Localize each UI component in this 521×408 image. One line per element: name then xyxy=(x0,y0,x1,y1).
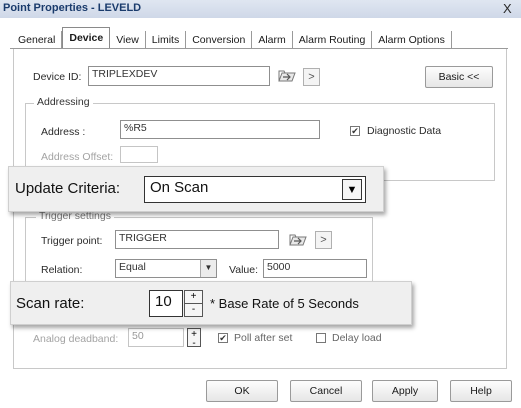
analog-deadband-field[interactable]: 50 xyxy=(128,328,184,347)
addressing-group-title: Addressing xyxy=(34,96,93,108)
update-criteria-select[interactable]: On Scan xyxy=(144,176,366,203)
diagnostic-checkbox[interactable]: ✔ xyxy=(350,126,360,136)
scan-rate-spinner[interactable]: + - xyxy=(184,290,203,317)
scan-rate-field[interactable]: 10 xyxy=(149,290,183,317)
window-title: Point Properties - LEVELD xyxy=(3,2,142,14)
folder-browse-icon[interactable] xyxy=(276,66,298,86)
deadband-down-icon[interactable]: - xyxy=(188,338,200,348)
update-criteria-dropdown-icon[interactable]: ▼ xyxy=(342,179,362,200)
device-id-field[interactable]: TRIPLEXDEV xyxy=(88,66,270,86)
scan-rate-note: * Base Rate of 5 Seconds xyxy=(210,296,359,311)
poll-after-set-checkbox[interactable]: ✔ xyxy=(218,333,228,343)
device-browse-button[interactable]: > xyxy=(303,68,320,86)
trigger-browse-button[interactable]: > xyxy=(315,231,332,249)
cancel-button[interactable]: Cancel xyxy=(290,380,362,402)
tab-device[interactable]: Device xyxy=(62,27,111,49)
address-label: Address : xyxy=(41,126,86,138)
close-button[interactable]: X xyxy=(503,1,512,16)
folder-browse-icon[interactable] xyxy=(287,230,309,250)
address-field[interactable]: %R5 xyxy=(120,120,320,139)
scan-rate-up-icon[interactable]: + xyxy=(185,291,202,304)
apply-button[interactable]: Apply xyxy=(372,380,438,402)
device-id-label: Device ID: xyxy=(33,71,82,83)
trigger-point-label: Trigger point: xyxy=(41,235,103,247)
analog-deadband-label: Analog deadband: xyxy=(33,333,119,345)
tab-limits[interactable]: Limits xyxy=(146,31,187,49)
ok-button[interactable]: OK xyxy=(206,380,278,402)
relation-label: Relation: xyxy=(41,264,83,276)
deadband-up-icon[interactable]: + xyxy=(188,329,200,339)
diagnostic-label: Diagnostic Data xyxy=(367,125,442,137)
help-button[interactable]: Help xyxy=(450,380,512,402)
tab-view[interactable]: View xyxy=(110,31,146,49)
scan-rate-down-icon[interactable]: - xyxy=(185,304,202,317)
relation-dropdown-icon[interactable]: ▼ xyxy=(200,260,216,277)
scan-rate-label: Scan rate: xyxy=(16,295,85,312)
delay-load-label: Delay load xyxy=(332,332,382,344)
address-offset-field[interactable] xyxy=(120,146,158,163)
tab-alarm-routing[interactable]: Alarm Routing xyxy=(293,31,373,49)
delay-load-checkbox[interactable] xyxy=(316,333,326,343)
tab-conversion[interactable]: Conversion xyxy=(186,31,253,49)
tab-alarm-options[interactable]: Alarm Options xyxy=(372,31,452,49)
trigger-value-field[interactable]: 5000 xyxy=(263,259,367,278)
update-criteria-value: On Scan xyxy=(150,179,209,196)
address-offset-label: Address Offset: xyxy=(41,151,114,163)
relation-value: Equal xyxy=(119,261,146,273)
update-criteria-label: Update Criteria: xyxy=(15,180,121,197)
tab-alarm[interactable]: Alarm xyxy=(252,31,293,49)
tab-strip: General Device View Limits Conversion Al… xyxy=(12,27,452,49)
trigger-point-field[interactable]: TRIGGER xyxy=(115,230,279,249)
basic-toggle-button[interactable]: Basic << xyxy=(425,66,493,88)
value-label: Value: xyxy=(229,264,258,276)
poll-after-set-label: Poll after set xyxy=(234,332,293,344)
deadband-spinner[interactable]: + - xyxy=(187,328,201,348)
tab-general[interactable]: General xyxy=(12,31,63,49)
